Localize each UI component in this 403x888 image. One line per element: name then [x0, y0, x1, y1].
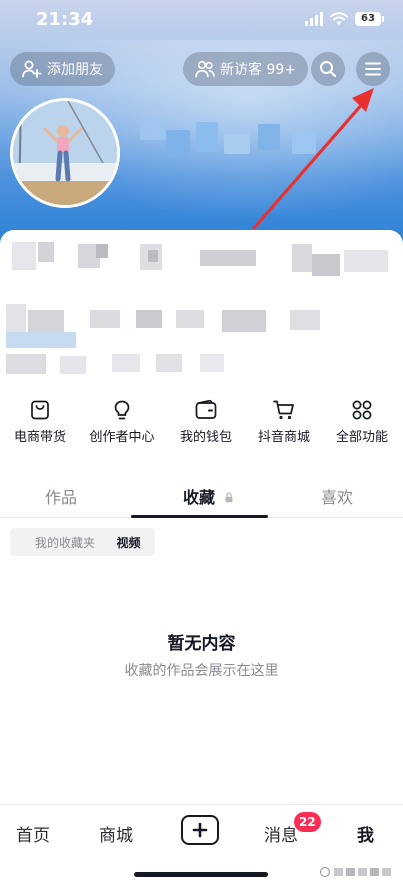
nickname-pixel [224, 134, 250, 154]
obscured-info-pixel [28, 310, 64, 334]
nav-messages[interactable]: 消息 [264, 821, 298, 846]
nav-mall[interactable]: 商城 [99, 821, 133, 846]
grid-icon [352, 400, 372, 420]
obscured-info-pixel [292, 244, 312, 272]
tab-works[interactable]: 作品 [45, 484, 77, 508]
search-icon [320, 61, 337, 78]
status-time: 21:34 [36, 9, 94, 30]
add-friend-label: 添加朋友 [47, 62, 103, 78]
new-visitors-button[interactable]: 新访客 99+ [183, 52, 308, 86]
nickname-pixel [166, 130, 190, 156]
video-filter-chip[interactable]: 视频 [102, 528, 155, 556]
active-tab-indicator [131, 515, 268, 518]
obscured-info-pixel [136, 310, 162, 328]
tab-favorites-label: 收藏 [183, 488, 216, 507]
tab-likes[interactable]: 喜欢 [321, 484, 353, 508]
plus-icon [192, 822, 208, 838]
watermark [319, 866, 393, 881]
quick-action-all-features[interactable]: 全部功能 [322, 396, 402, 445]
obscured-info-pixel [6, 304, 26, 334]
messages-badge: 22 [294, 812, 321, 832]
obscured-info-pixel [38, 242, 54, 262]
obscured-info-pixel [290, 310, 320, 330]
cellular-signal-icon [305, 12, 323, 26]
profile-tabs: 作品 收藏 喜欢 [0, 476, 403, 518]
obscured-info-pixel [176, 310, 204, 328]
new-visitors-label: 新访客 99+ [220, 62, 296, 78]
home-indicator [134, 872, 268, 877]
quick-action-ecommerce[interactable]: 电商带货 [0, 396, 80, 445]
cart-icon [273, 400, 294, 420]
quick-action-label: 创作者中心 [89, 430, 155, 445]
avatar[interactable] [10, 98, 120, 208]
obscured-info-pixel [60, 356, 86, 374]
obscured-info-pixel [222, 310, 266, 332]
wallet-icon [195, 399, 217, 419]
quick-action-douyin-mall[interactable]: 抖音商城 [244, 396, 324, 445]
nav-me[interactable]: 我 [357, 821, 374, 846]
battery-icon: 63 [355, 12, 384, 26]
obscured-info-pixel [90, 310, 120, 328]
quick-action-creator-center[interactable]: 创作者中心 [82, 396, 162, 445]
tab-favorites[interactable]: 收藏 [183, 484, 234, 508]
search-button[interactable] [311, 52, 345, 86]
quick-action-label: 我的钱包 [179, 430, 232, 445]
empty-state-title: 暂无内容 [167, 634, 236, 654]
obscured-info-pixel [112, 354, 140, 372]
quick-action-wallet[interactable]: 我的钱包 [166, 396, 246, 445]
shopping-bag-icon [31, 400, 49, 420]
obscured-info-pixel [200, 250, 256, 266]
obscured-info-pixel [200, 354, 224, 372]
obscured-info-pixel [6, 332, 76, 348]
obscured-info-pixel [96, 244, 108, 258]
nickname-pixel [196, 122, 218, 152]
quick-action-label: 抖音商城 [257, 430, 310, 445]
nickname-pixel [140, 118, 166, 140]
add-friend-button[interactable]: 添加朋友 [10, 52, 115, 86]
status-icons: 63 [305, 12, 384, 26]
menu-icon [365, 62, 381, 76]
obscured-info-pixel [344, 250, 388, 272]
wifi-icon [330, 12, 348, 25]
quick-action-label: 电商带货 [13, 430, 66, 445]
obscured-info-pixel [6, 354, 46, 374]
add-user-icon [22, 60, 42, 78]
watermark-logo-icon [319, 866, 391, 878]
visitors-icon [195, 60, 215, 78]
lightbulb-icon [114, 400, 130, 420]
nickname-pixel [292, 132, 316, 154]
obscured-info-pixel [156, 354, 182, 372]
nickname-pixel [258, 124, 280, 150]
lock-icon [225, 492, 233, 503]
create-post-button[interactable] [181, 815, 219, 845]
empty-state-subtitle: 收藏的作品会展示在这里 [124, 663, 279, 679]
avatar-photo [13, 101, 117, 205]
obscured-info-pixel [148, 250, 158, 262]
obscured-info-pixel [312, 254, 340, 276]
quick-action-label: 全部功能 [335, 430, 388, 445]
status-bar: 21:34 63 [0, 0, 403, 44]
menu-button[interactable] [356, 52, 390, 86]
quick-actions-row: 电商带货 创作者中心 我的钱包 抖音商城 全部功能 [0, 396, 403, 450]
nav-home[interactable]: 首页 [16, 821, 50, 846]
obscured-info-pixel [12, 242, 36, 270]
